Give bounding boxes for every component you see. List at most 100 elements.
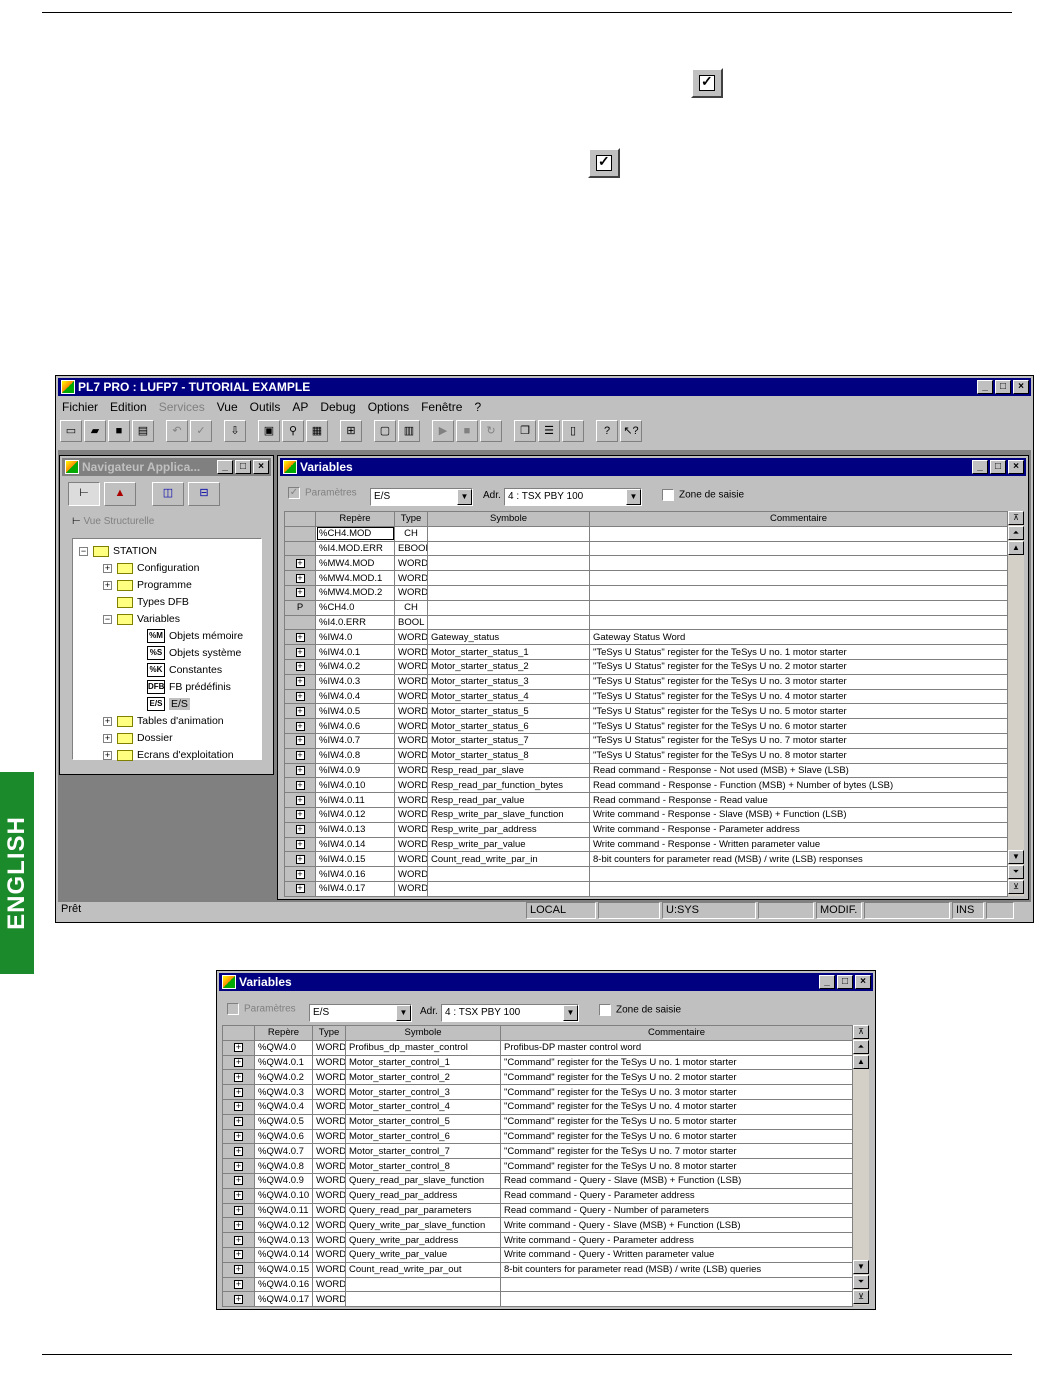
cell-type[interactable]: WORD [312, 1113, 346, 1130]
row-expander[interactable]: + [284, 732, 316, 749]
connect-icon[interactable]: ▢ [374, 420, 396, 442]
cell-symbole[interactable] [427, 866, 590, 882]
row-expander[interactable]: + [222, 1232, 255, 1248]
cell-type[interactable]: WORD [394, 821, 428, 838]
cell-symbole[interactable]: Resp_write_par_slave_function [427, 806, 590, 823]
cell-repere[interactable]: %IW4.0.5 [315, 703, 395, 720]
table-row[interactable]: + %IW4.0.16 WORD [284, 866, 1008, 882]
cell-repere[interactable]: %IW4.0.15 [315, 851, 395, 868]
row-expander[interactable]: + [222, 1113, 255, 1130]
row-expander[interactable]: + [284, 658, 316, 675]
expand-plus-icon[interactable]: + [295, 795, 305, 805]
scroll-page-up-icon[interactable]: ⏶ [1008, 526, 1024, 540]
table-row[interactable]: + %IW4.0.4 WORD Motor_starter_status_4 "TeSy… [284, 688, 1008, 705]
header-symbole[interactable]: Symbole [427, 511, 590, 527]
row-expander[interactable]: + [284, 688, 316, 705]
table-row[interactable]: + %IW4.0.17 WORD [284, 880, 1008, 897]
cell-repere[interactable]: %QW4.0.11 [254, 1202, 313, 1219]
table-row[interactable]: + %QW4.0.4 WORD Motor_starter_control_4 "Com… [222, 1098, 853, 1115]
expand-plus-icon[interactable]: + [295, 662, 305, 672]
tile-horizontal-icon[interactable]: ☰ [538, 420, 560, 442]
row-expander[interactable]: + [284, 880, 316, 897]
undo-icon[interactable]: ↶ [166, 420, 188, 442]
transfer-icon[interactable]: ⇩ [224, 420, 246, 442]
cell-type[interactable]: WORD [394, 644, 428, 660]
table-row[interactable]: + %QW4.0.6 WORD Motor_starter_control_6 "Com… [222, 1128, 853, 1145]
cell-symbole[interactable]: Motor_starter_control_5 [345, 1113, 501, 1130]
cell-symbole[interactable]: Query_write_par_slave_function [345, 1217, 501, 1234]
table-row[interactable]: + %QW4.0.8 WORD Motor_starter_control_8 "Com… [222, 1158, 853, 1174]
cell-symbole[interactable]: Motor_starter_control_6 [345, 1128, 501, 1145]
header-symbole[interactable]: Symbole [345, 1025, 501, 1041]
row-expander[interactable]: + [284, 703, 316, 720]
table-row[interactable]: + %QW4.0.10 WORD Query_read_par_address Read… [222, 1187, 853, 1204]
cell-type[interactable]: WORD [394, 555, 428, 572]
zone-saisie-checkbox[interactable]: Zone de saisie [662, 489, 744, 501]
cell-commentaire[interactable]: Write command - Response - Slave (MSB) +… [589, 806, 1008, 823]
cell-symbole[interactable]: Motor_starter_control_4 [345, 1098, 501, 1115]
cell-type[interactable]: CH [394, 599, 428, 616]
cell-type[interactable]: EBOOL [394, 540, 428, 557]
cell-symbole[interactable]: Motor_starter_status_2 [427, 658, 590, 675]
navigator-maximize-button[interactable]: □ [235, 460, 251, 474]
tree-variables[interactable]: − Variables [103, 611, 180, 627]
functional-view-icon[interactable]: ▲ [104, 482, 136, 506]
tree-dossier[interactable]: + Dossier [103, 730, 173, 746]
scroll-bottom-icon[interactable]: ⊻ [853, 1290, 869, 1304]
cell-repere[interactable]: %CH4.0 [315, 599, 395, 616]
validate-icon[interactable]: ✓ [190, 420, 212, 442]
expand-plus-icon[interactable]: + [295, 810, 305, 820]
expand-plus-icon[interactable]: + [295, 825, 305, 835]
cell-commentaire[interactable] [500, 1276, 853, 1293]
cell-type[interactable]: WORD [312, 1084, 346, 1100]
row-expander[interactable]: + [222, 1217, 255, 1234]
tree-configuration[interactable]: + Configuration [103, 560, 199, 576]
expand-plus-icon[interactable]: + [234, 1176, 243, 1186]
menu-ap[interactable]: AP [292, 400, 308, 414]
find-icon[interactable]: ⚲ [282, 420, 304, 442]
tree-constantes[interactable]: %K Constantes [147, 662, 222, 678]
table-row[interactable]: + %IW4.0.9 WORD Resp_read_par_slave Read com… [284, 762, 1008, 779]
row-expander[interactable] [284, 525, 316, 542]
expand-plus-icon[interactable]: + [234, 1146, 243, 1156]
expand-plus-icon[interactable]: + [295, 647, 305, 657]
cell-symbole[interactable]: Query_read_par_address [345, 1187, 501, 1204]
table-row[interactable]: + %IW4.0.11 WORD Resp_read_par_value Read co… [284, 792, 1008, 808]
table-row[interactable]: + %QW4.0.15 WORD Count_read_write_par_out 8-… [222, 1261, 853, 1278]
cell-symbole[interactable]: Resp_write_par_address [427, 821, 590, 838]
row-expander[interactable]: + [222, 1202, 255, 1219]
row-expander[interactable]: + [284, 866, 316, 882]
table-row[interactable]: + %IW4.0.13 WORD Resp_write_par_address Writ… [284, 821, 1008, 838]
cell-symbole[interactable] [427, 584, 590, 601]
menu-debug[interactable]: Debug [320, 400, 355, 414]
tree-tables-animation[interactable]: + Tables d'animation [103, 713, 224, 729]
cell-repere[interactable]: %QW4.0.7 [254, 1143, 313, 1160]
table-row[interactable]: %I4.0.ERR BOOL [284, 614, 1008, 631]
table-row[interactable]: %CH4.MOD CH [284, 525, 1008, 542]
cell-commentaire[interactable] [500, 1291, 853, 1308]
cell-type[interactable]: WORD [394, 688, 428, 705]
cell-repere[interactable]: %QW4.0.5 [254, 1113, 313, 1130]
header-repere[interactable]: Repère [254, 1025, 313, 1041]
cell-repere[interactable]: %IW4.0.4 [315, 688, 395, 705]
menu-options[interactable]: Options [368, 400, 409, 414]
cell-repere[interactable]: %QW4.0.10 [254, 1187, 313, 1204]
cell-symbole[interactable]: Count_read_write_par_in [427, 851, 590, 868]
cell-type[interactable]: WORD [312, 1172, 346, 1189]
cell-commentaire[interactable]: 8-bit counters for parameter read (MSB) … [589, 851, 1008, 868]
cell-type[interactable]: WORD [312, 1187, 346, 1204]
cell-repere[interactable]: %IW4.0.1 [315, 644, 395, 660]
tree-objets-systeme[interactable]: %S Objets système [147, 645, 241, 661]
header-type[interactable]: Type [312, 1025, 346, 1041]
expand-plus-icon[interactable]: + [295, 869, 305, 879]
cell-type[interactable]: WORD [312, 1143, 346, 1160]
cell-repere[interactable]: %QW4.0 [254, 1039, 313, 1056]
table-row[interactable]: + %IW4.0.15 WORD Count_read_write_par_in 8-b… [284, 851, 1008, 868]
row-expander[interactable]: + [222, 1261, 255, 1278]
cell-commentaire[interactable]: Gateway Status Word [589, 629, 1008, 646]
row-expander[interactable]: + [284, 747, 316, 764]
cell-commentaire[interactable] [589, 525, 1008, 542]
table-row[interactable]: + %IW4.0.1 WORD Motor_starter_status_1 "TeSy… [284, 644, 1008, 660]
expand-plus-icon[interactable]: + [234, 1235, 243, 1245]
table-row[interactable]: + %QW4.0.7 WORD Motor_starter_control_7 "Com… [222, 1143, 853, 1160]
